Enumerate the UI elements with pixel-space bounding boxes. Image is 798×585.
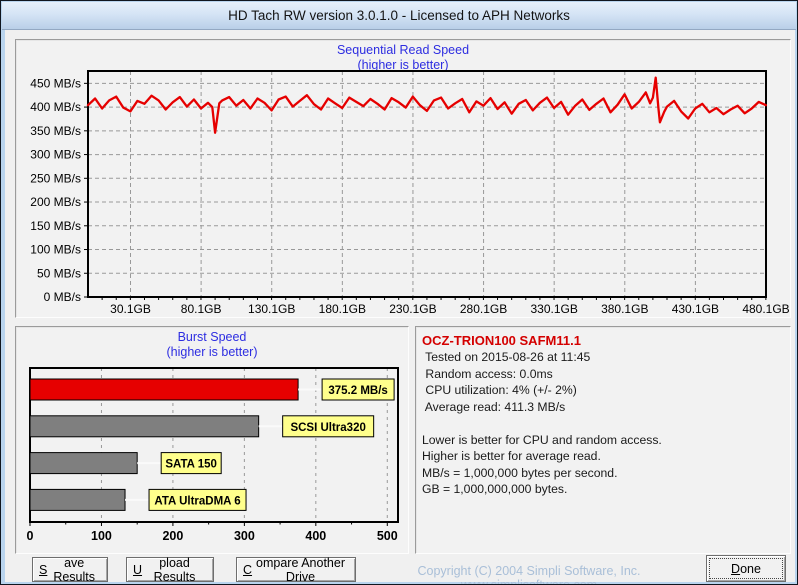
upload-results-button[interactable]: Upload Results bbox=[126, 556, 214, 584]
svg-text:250 MB/s: 250 MB/s bbox=[30, 171, 81, 185]
info-line: Higher is better for average read. bbox=[422, 449, 601, 463]
svg-text:300: 300 bbox=[234, 529, 255, 543]
info-line: MB/s = 1,000,000 bytes per second. bbox=[422, 465, 618, 480]
burst-speed-panel: Burst Speed (higher is better) 375.2 MB/… bbox=[15, 326, 409, 554]
svg-text:500: 500 bbox=[377, 529, 398, 543]
info-line: GB = 1,000,000,000 bytes. bbox=[422, 482, 568, 496]
info-line: Lower is better for CPU and random acces… bbox=[422, 432, 662, 447]
svg-text:430.1GB: 430.1GB bbox=[672, 302, 719, 316]
svg-text:SATA 150: SATA 150 bbox=[165, 459, 217, 471]
window-title: HD Tach RW version 3.0.1.0 - Licensed to… bbox=[228, 8, 570, 23]
svg-text:180.1GB: 180.1GB bbox=[319, 302, 366, 316]
info-line: Random access: 0.0ms bbox=[422, 366, 553, 381]
compare-another-drive-button[interactable]: Compare Another Drive bbox=[236, 556, 356, 584]
info-line: Average read: 411.3 MB/s bbox=[422, 399, 566, 414]
svg-text:50 MB/s: 50 MB/s bbox=[37, 266, 81, 280]
svg-text:130.1GB: 130.1GB bbox=[248, 302, 295, 316]
svg-text:ATA UltraDMA 6: ATA UltraDMA 6 bbox=[154, 495, 240, 507]
svg-text:400 MB/s: 400 MB/s bbox=[30, 100, 81, 114]
svg-text:450 MB/s: 450 MB/s bbox=[30, 76, 81, 90]
svg-text:230.1GB: 230.1GB bbox=[389, 302, 436, 316]
svg-text:330.1GB: 330.1GB bbox=[530, 302, 577, 316]
burst-speed-chart: 375.2 MB/s SCSI Ultra320 SATA 150 ATA Ultra… bbox=[27, 367, 399, 543]
svg-text:0 MB/s: 0 MB/s bbox=[44, 290, 81, 304]
svg-text:280.1GB: 280.1GB bbox=[460, 302, 507, 316]
sequential-read-panel: Sequential Read Speed (higher is better)… bbox=[15, 39, 791, 318]
drive-name: OCZ-TRION100 SAFM11.1 bbox=[422, 333, 581, 348]
info-line bbox=[422, 415, 784, 432]
svg-text:400: 400 bbox=[305, 529, 326, 543]
svg-text:300 MB/s: 300 MB/s bbox=[30, 148, 81, 162]
app-window: HD Tach RW version 3.0.1.0 - Licensed to… bbox=[0, 0, 798, 585]
svg-text:200 MB/s: 200 MB/s bbox=[30, 195, 81, 209]
svg-text:150 MB/s: 150 MB/s bbox=[30, 219, 81, 233]
svg-text:480.1GB: 480.1GB bbox=[742, 302, 789, 316]
svg-text:200: 200 bbox=[162, 529, 183, 543]
drive-info-lines: Tested on 2015-08-26 at 11:45 Random acc… bbox=[422, 349, 784, 498]
svg-text:380.1GB: 380.1GB bbox=[601, 302, 648, 316]
info-line: CPU utilization: 4% (+/- 2%) bbox=[422, 383, 577, 397]
title-bar[interactable]: HD Tach RW version 3.0.1.0 - Licensed to… bbox=[2, 2, 796, 30]
svg-text:SCSI Ultra320: SCSI Ultra320 bbox=[290, 422, 365, 434]
svg-text:375.2 MB/s: 375.2 MB/s bbox=[328, 385, 387, 397]
svg-text:0: 0 bbox=[27, 529, 34, 543]
svg-text:100: 100 bbox=[91, 529, 112, 543]
info-line: Tested on 2015-08-26 at 11:45 bbox=[422, 350, 591, 364]
copyright-text: Copyright (C) 2004 Simpli Software, Inc.… bbox=[417, 564, 641, 585]
sequential-read-chart: 0 MB/s 50 MB/s 100 MB/s 150 MB/s 200 MB/s 250… bbox=[30, 70, 790, 316]
svg-text:30.1GB: 30.1GB bbox=[110, 302, 151, 316]
client-area: Sequential Read Speed (higher is better)… bbox=[5, 30, 795, 585]
svg-text:80.1GB: 80.1GB bbox=[181, 302, 222, 316]
drive-info-panel: OCZ-TRION100 SAFM11.1 Tested on 2015-08-… bbox=[415, 326, 791, 554]
svg-text:350 MB/s: 350 MB/s bbox=[30, 124, 81, 138]
svg-text:100 MB/s: 100 MB/s bbox=[30, 243, 81, 257]
done-button[interactable]: Done bbox=[706, 555, 786, 582]
save-results-button[interactable]: Save Results bbox=[32, 556, 108, 584]
